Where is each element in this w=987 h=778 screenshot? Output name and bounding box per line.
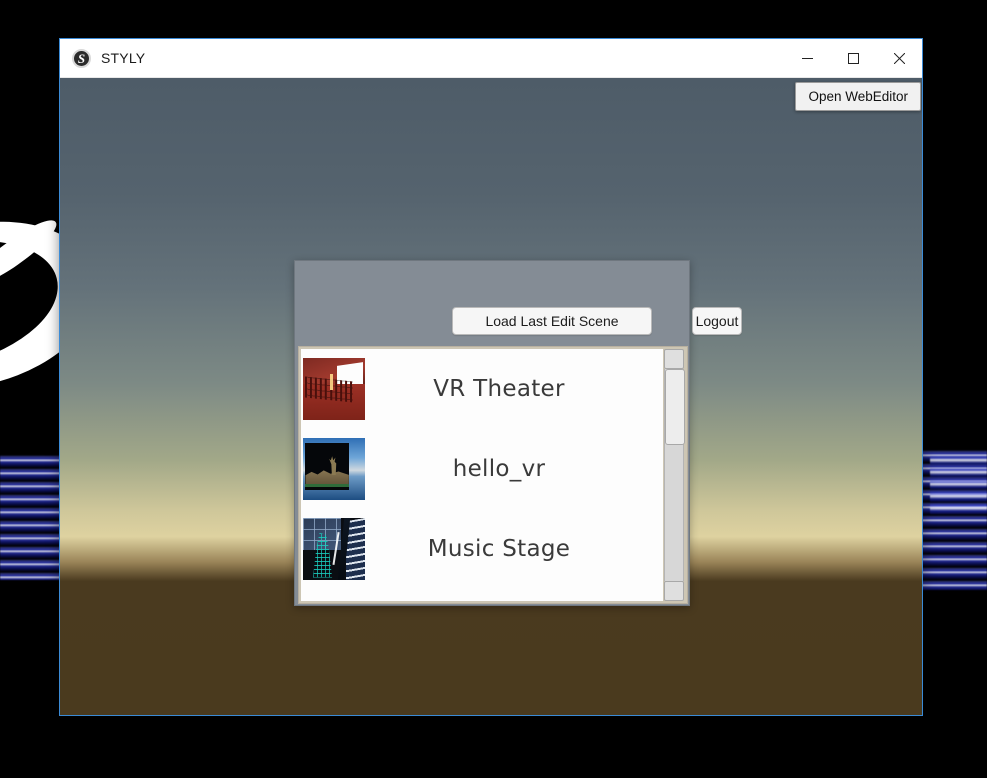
thumbnail-hello-vr	[303, 438, 365, 500]
maximize-icon[interactable]	[830, 39, 876, 77]
scene-list-frame: VR Theater hello_vr Music Stage	[298, 346, 688, 604]
vr-scene-viewport[interactable]: Open WebEditor Load Last Edit Scene Logo…	[60, 78, 922, 715]
thumbnail-vr-theater	[303, 358, 365, 420]
thumbnail-music-stage	[303, 518, 365, 580]
scroll-down-arrow[interactable]	[664, 581, 684, 601]
list-item[interactable]: VR Theater	[301, 349, 663, 429]
scrollbar-track[interactable]	[664, 369, 685, 581]
scene-name-label: VR Theater	[433, 376, 565, 402]
window-controls	[784, 39, 922, 77]
scrollbar-thumb[interactable]	[665, 369, 685, 445]
load-last-edit-scene-button[interactable]: Load Last Edit Scene	[452, 307, 652, 335]
scene-list-scrollbar[interactable]	[663, 349, 685, 601]
styly-application-window: S STYLY Open WebEditor Load Last Edit Sc…	[59, 38, 923, 716]
scene-name-label: hello_vr	[452, 456, 546, 482]
desktop-light-streaks-right-upper	[930, 455, 987, 515]
title-bar[interactable]: S STYLY	[60, 39, 922, 78]
scroll-up-arrow[interactable]	[664, 349, 684, 369]
minimize-icon[interactable]	[784, 39, 830, 77]
window-title: STYLY	[101, 50, 146, 66]
open-webeditor-button[interactable]: Open WebEditor	[795, 82, 921, 111]
scene-list[interactable]: VR Theater hello_vr Music Stage	[301, 349, 663, 601]
logout-button[interactable]: Logout	[692, 307, 742, 335]
list-item[interactable]: hello_vr	[301, 429, 663, 509]
scene-name-label: Music Stage	[427, 536, 571, 562]
panel-toolbar: Load Last Edit Scene Logout	[295, 304, 742, 340]
list-item[interactable]: Music Stage	[301, 509, 663, 589]
scene-selection-panel: Load Last Edit Scene Logout VR Theater h…	[294, 260, 742, 606]
styly-logo-icon: S	[72, 48, 91, 68]
close-icon[interactable]	[876, 39, 922, 77]
